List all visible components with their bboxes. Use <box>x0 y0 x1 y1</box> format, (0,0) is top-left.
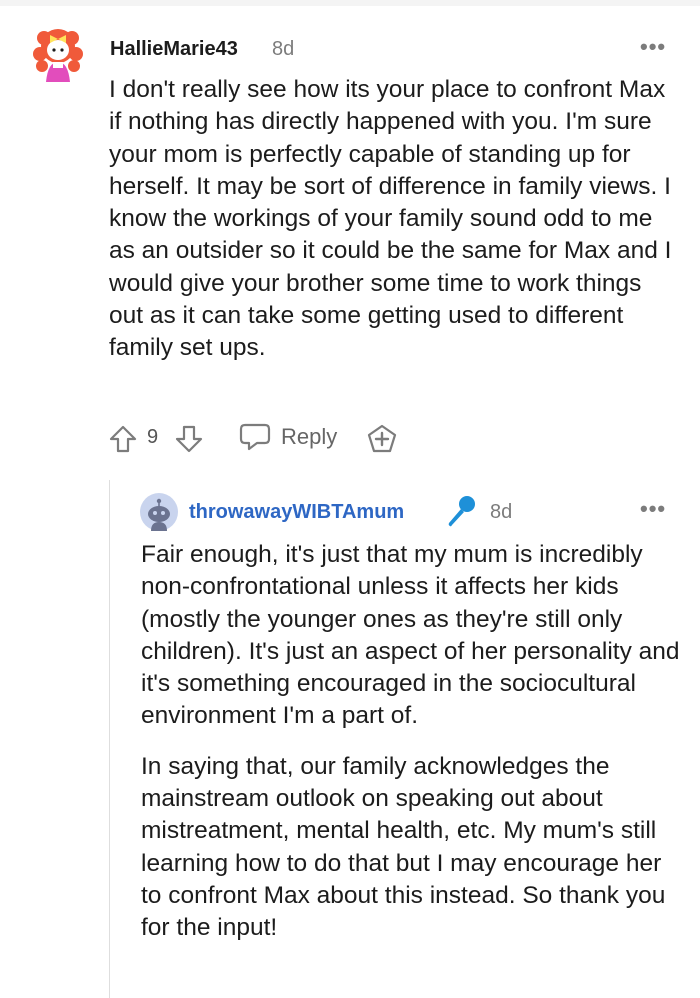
reply-label: Reply <box>281 424 338 449</box>
more-options-icon[interactable]: ••• <box>640 496 666 522</box>
comment-paragraph: Fair enough, it's just that my mum is in… <box>141 541 680 730</box>
more-options-icon[interactable]: ••• <box>640 34 666 60</box>
top-strip <box>0 0 700 6</box>
comment-timestamp: 8d <box>490 501 513 523</box>
reply-button[interactable]: Reply <box>239 422 337 452</box>
comment-paragraph: In saying that, our family acknowledges … <box>141 752 666 942</box>
comment-timestamp: 8d <box>272 38 295 60</box>
op-mic-icon <box>448 496 475 527</box>
avatar[interactable] <box>140 493 178 531</box>
award-icon[interactable] <box>366 424 398 454</box>
upvote-icon[interactable] <box>108 424 138 454</box>
comment-author[interactable]: HallieMarie43 <box>110 38 238 61</box>
downvote-icon[interactable] <box>174 424 204 454</box>
comment-actions: 9 Reply <box>108 422 528 454</box>
vote-score: 9 <box>147 426 159 448</box>
comment-author[interactable]: throwawayWIBTAmum <box>189 501 404 524</box>
avatar[interactable] <box>28 24 88 84</box>
comment-body: Fair enough, it's just that my mum is in… <box>141 539 681 945</box>
comment-body: I don't really see how its your place to… <box>109 76 672 362</box>
thread-line[interactable] <box>109 480 110 998</box>
reply-icon <box>239 423 271 451</box>
